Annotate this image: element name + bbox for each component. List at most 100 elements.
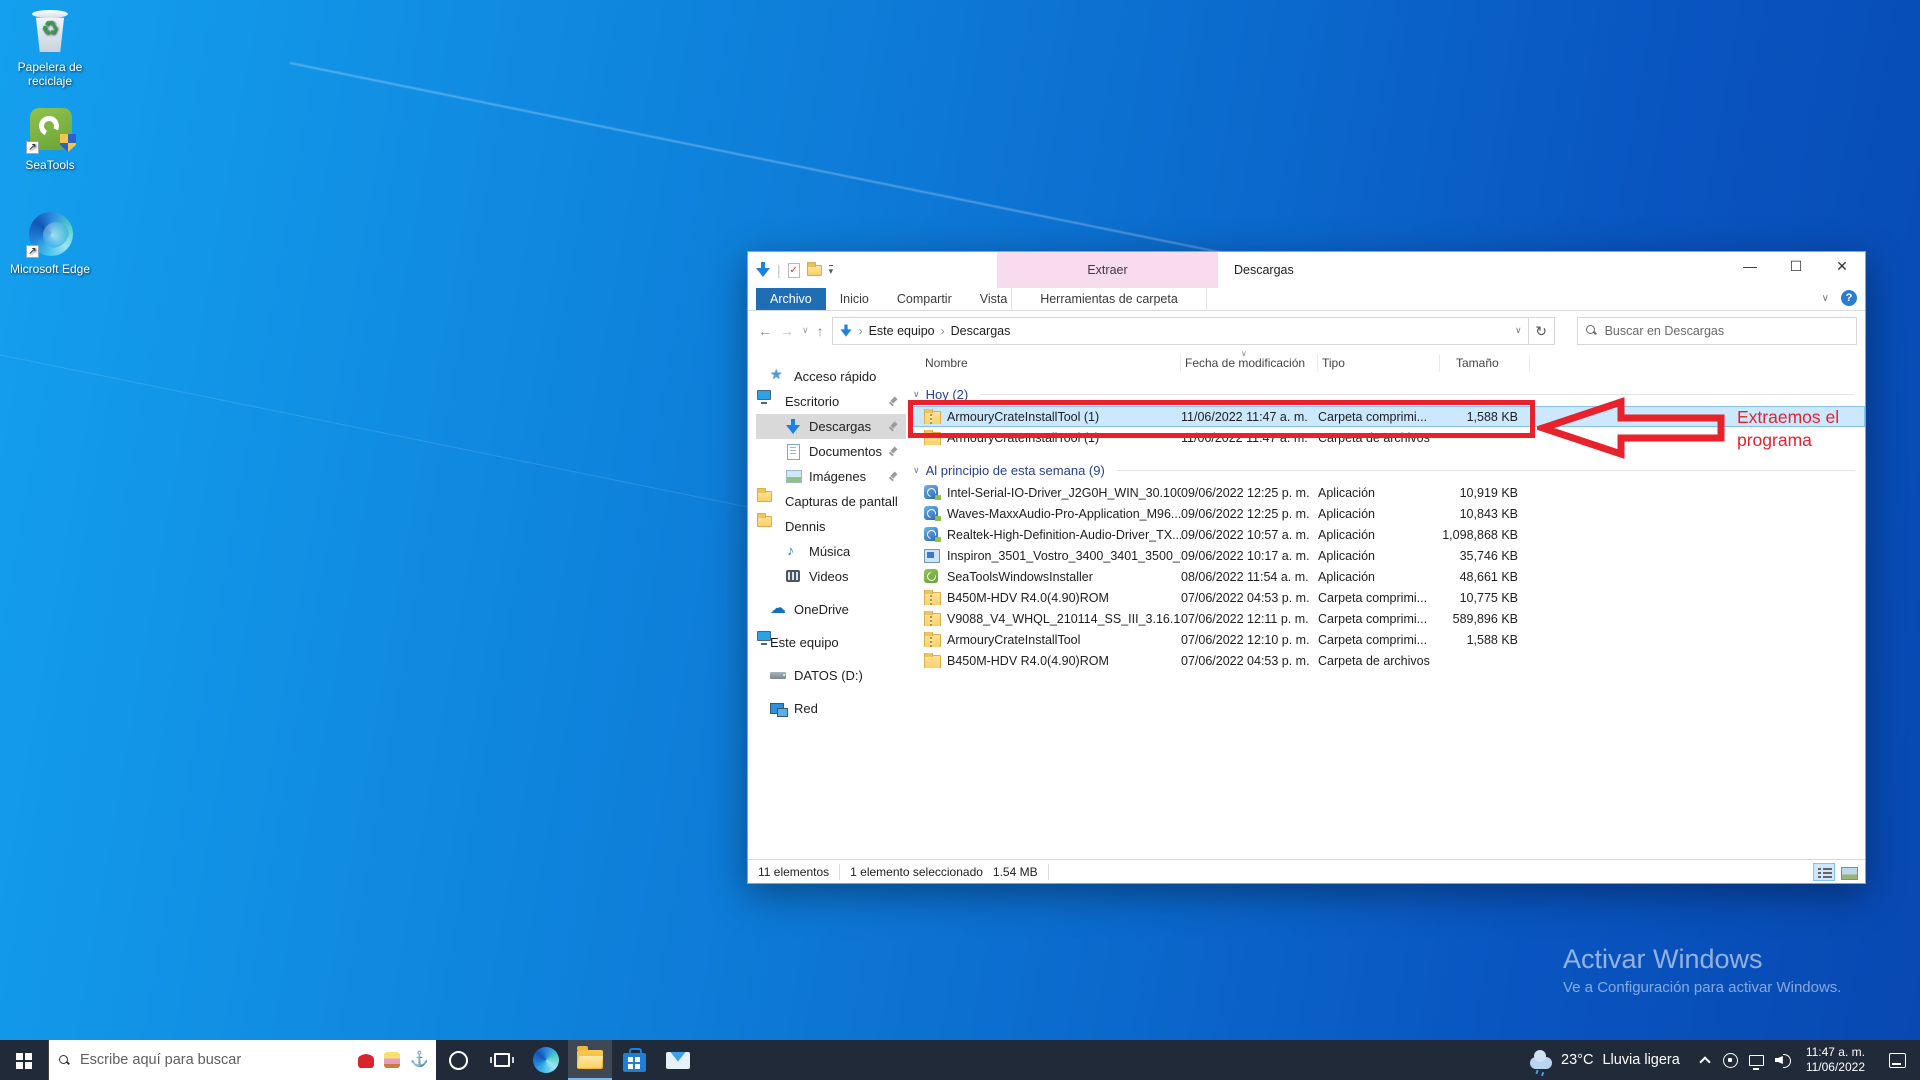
weather-widget[interactable]: 23°C Lluvia ligera (1518, 1052, 1692, 1069)
search-box[interactable]: Buscar en Descargas (1577, 317, 1857, 345)
file-name: Inspiron_3501_Vostro_3400_3401_3500_35..… (947, 549, 1181, 563)
sidebar-item-música[interactable]: Música (756, 539, 906, 564)
zip-icon (924, 634, 941, 647)
tray-overflow-button[interactable] (1692, 1040, 1718, 1080)
file-row[interactable]: Intel-Serial-IO-Driver_J2G0H_WIN_30.100.… (911, 482, 1865, 503)
quick-access-toolbar[interactable]: | ✓ ▾ (756, 258, 833, 282)
tab-archivo[interactable]: Archivo (756, 288, 826, 310)
address-box[interactable]: › Este equipo › Descargas ∨ (832, 317, 1529, 345)
meet-now-button[interactable] (1718, 1040, 1744, 1080)
help-icon[interactable]: ? (1841, 290, 1857, 306)
sidebar-item-datos-d[interactable]: DATOS (D:) (756, 663, 906, 688)
sidebar-item-documentos[interactable]: Documentos (756, 439, 906, 464)
start-button[interactable] (0, 1040, 48, 1080)
file-name: SeaToolsWindowsInstaller (947, 570, 1093, 584)
file-explorer-taskbar-button[interactable] (568, 1040, 612, 1080)
file-row[interactable]: B450M-HDV R4.0(4.90)ROM 07/06/2022 04:53… (911, 587, 1865, 608)
group-header[interactable]: ∨ Al principio de esta semana (9) (911, 458, 1865, 482)
breadcrumb-este-equipo[interactable]: Este equipo (869, 324, 935, 338)
sidebar-item-imágenes[interactable]: Imágenes (756, 464, 906, 489)
zip-icon (924, 613, 941, 626)
edge-taskbar-button[interactable] (524, 1040, 568, 1080)
details-view-button[interactable] (1813, 863, 1835, 881)
documents-icon (785, 444, 802, 459)
back-icon[interactable]: ← (758, 323, 772, 339)
column-headers: Nombre ∨ Fecha de modificación Tipo Tama… (911, 350, 1865, 376)
file-row[interactable]: B450M-HDV R4.0(4.90)ROM 07/06/2022 04:53… (911, 650, 1865, 671)
breadcrumb-descargas[interactable]: Descargas (951, 324, 1011, 338)
column-header-tamano[interactable]: Tamaño (1440, 354, 1530, 372)
file-date: 07/06/2022 04:53 p. m. (1181, 591, 1318, 605)
sidebar-item-red[interactable]: Red (756, 696, 906, 721)
action-center-button[interactable] (1889, 1053, 1906, 1068)
sidebar-item-dennis[interactable]: Dennis (756, 514, 906, 539)
sort-indicator-icon: ∨ (1241, 345, 1247, 363)
file-row[interactable]: SeaToolsWindowsInstaller 08/06/2022 11:5… (911, 566, 1865, 587)
collapse-chevron-icon[interactable]: ∨ (913, 465, 920, 476)
new-folder-icon[interactable] (807, 265, 822, 276)
sidebar-item-label: Imágenes (809, 469, 866, 484)
clock[interactable]: 11:47 a. m. 11/06/2022 (1796, 1045, 1875, 1075)
file-row[interactable]: Realtek-High-Definition-Audio-Driver_TX.… (911, 524, 1865, 545)
desktop-icon-microsoft-edge[interactable]: ↗ Microsoft Edge (8, 210, 92, 276)
sidebar-item-acceso-rápido[interactable]: Acceso rápido (756, 364, 906, 389)
file-row[interactable]: ArmouryCrateInstallTool 07/06/2022 12:10… (911, 629, 1865, 650)
title-bar[interactable]: | ✓ ▾ Extraer Descargas — ☐ ✕ (748, 252, 1865, 288)
sidebar-item-capturas-de-pantall[interactable]: Capturas de pantall (756, 489, 906, 514)
taskbar-search-placeholder: Escribe aquí para buscar (80, 1052, 241, 1068)
task-view-button[interactable] (480, 1040, 524, 1080)
close-button[interactable]: ✕ (1819, 252, 1865, 282)
store-taskbar-button[interactable] (612, 1040, 656, 1080)
up-icon[interactable]: ↑ (817, 323, 824, 339)
file-row[interactable]: V9088_V4_WHQL_210114_SS_III_3.16.14.0_..… (911, 608, 1865, 629)
desktop-icon-label: SeaTools (8, 158, 92, 172)
tab-compartir[interactable]: Compartir (883, 288, 966, 310)
mail-taskbar-button[interactable] (656, 1040, 700, 1080)
pin-icon (888, 397, 898, 407)
qat-customize-dropdown-icon[interactable]: ▾ (829, 265, 834, 275)
file-type: Aplicación (1318, 486, 1440, 500)
desktop-icon-recycle-bin[interactable]: ♻ Papelera de reciclaje (8, 8, 92, 88)
pin-icon (888, 472, 898, 482)
sidebar-item-descargas[interactable]: Descargas (756, 414, 906, 439)
meet-now-icon (1723, 1053, 1738, 1068)
onedrive-icon (770, 602, 787, 617)
thumbnails-view-button[interactable] (1837, 863, 1859, 881)
sidebar-item-escritorio[interactable]: Escritorio (756, 389, 906, 414)
column-header-nombre[interactable]: Nombre (911, 354, 1181, 372)
file-row[interactable]: Waves-MaxxAudio-Pro-Application_M96... 0… (911, 503, 1865, 524)
store-icon (623, 1053, 646, 1072)
tab-inicio[interactable]: Inicio (826, 288, 883, 310)
maximize-button[interactable]: ☐ (1773, 252, 1819, 282)
downloads-icon (785, 419, 802, 434)
column-header-tipo[interactable]: Tipo (1318, 354, 1440, 372)
file-type: Carpeta comprimi... (1318, 612, 1440, 626)
chevron-up-icon (1699, 1056, 1710, 1067)
recent-locations-icon[interactable]: ∨ (802, 325, 809, 336)
cortana-button[interactable] (436, 1040, 480, 1080)
file-name: Realtek-High-Definition-Audio-Driver_TX.… (947, 528, 1181, 542)
properties-icon[interactable]: ✓ (788, 263, 800, 278)
collapse-chevron-icon[interactable]: ∨ (913, 389, 920, 400)
sidebar-item-este-equipo[interactable]: Este equipo (756, 630, 906, 655)
column-header-fecha[interactable]: ∨ Fecha de modificación (1181, 354, 1318, 372)
file-size: 35,746 KB (1440, 549, 1530, 563)
star-icon (770, 369, 787, 384)
file-name: Intel-Serial-IO-Driver_J2G0H_WIN_30.100.… (947, 486, 1181, 500)
sidebar-item-label: Este equipo (770, 635, 839, 650)
desktop-icon-seatools[interactable]: ↗ SeaTools (8, 106, 92, 172)
address-dropdown-icon[interactable]: ∨ (1515, 325, 1522, 336)
file-name: Waves-MaxxAudio-Pro-Application_M96... (947, 507, 1181, 521)
minimize-button[interactable]: — (1727, 252, 1773, 282)
ribbon-collapse-icon[interactable]: ∨ (1822, 293, 1829, 304)
forward-icon[interactable]: → (780, 323, 794, 339)
sidebar-item-label: Acceso rápido (794, 369, 876, 384)
taskbar-search[interactable]: Escribe aquí para buscar ⚓ (48, 1040, 436, 1080)
network-button[interactable] (1744, 1040, 1770, 1080)
refresh-icon[interactable]: ↻ (1529, 317, 1555, 345)
sidebar-item-videos[interactable]: Videos (756, 564, 906, 589)
file-row[interactable]: Inspiron_3501_Vostro_3400_3401_3500_35..… (911, 545, 1865, 566)
network-icon (1749, 1055, 1764, 1066)
volume-button[interactable] (1770, 1040, 1796, 1080)
sidebar-item-onedrive[interactable]: OneDrive (756, 597, 906, 622)
